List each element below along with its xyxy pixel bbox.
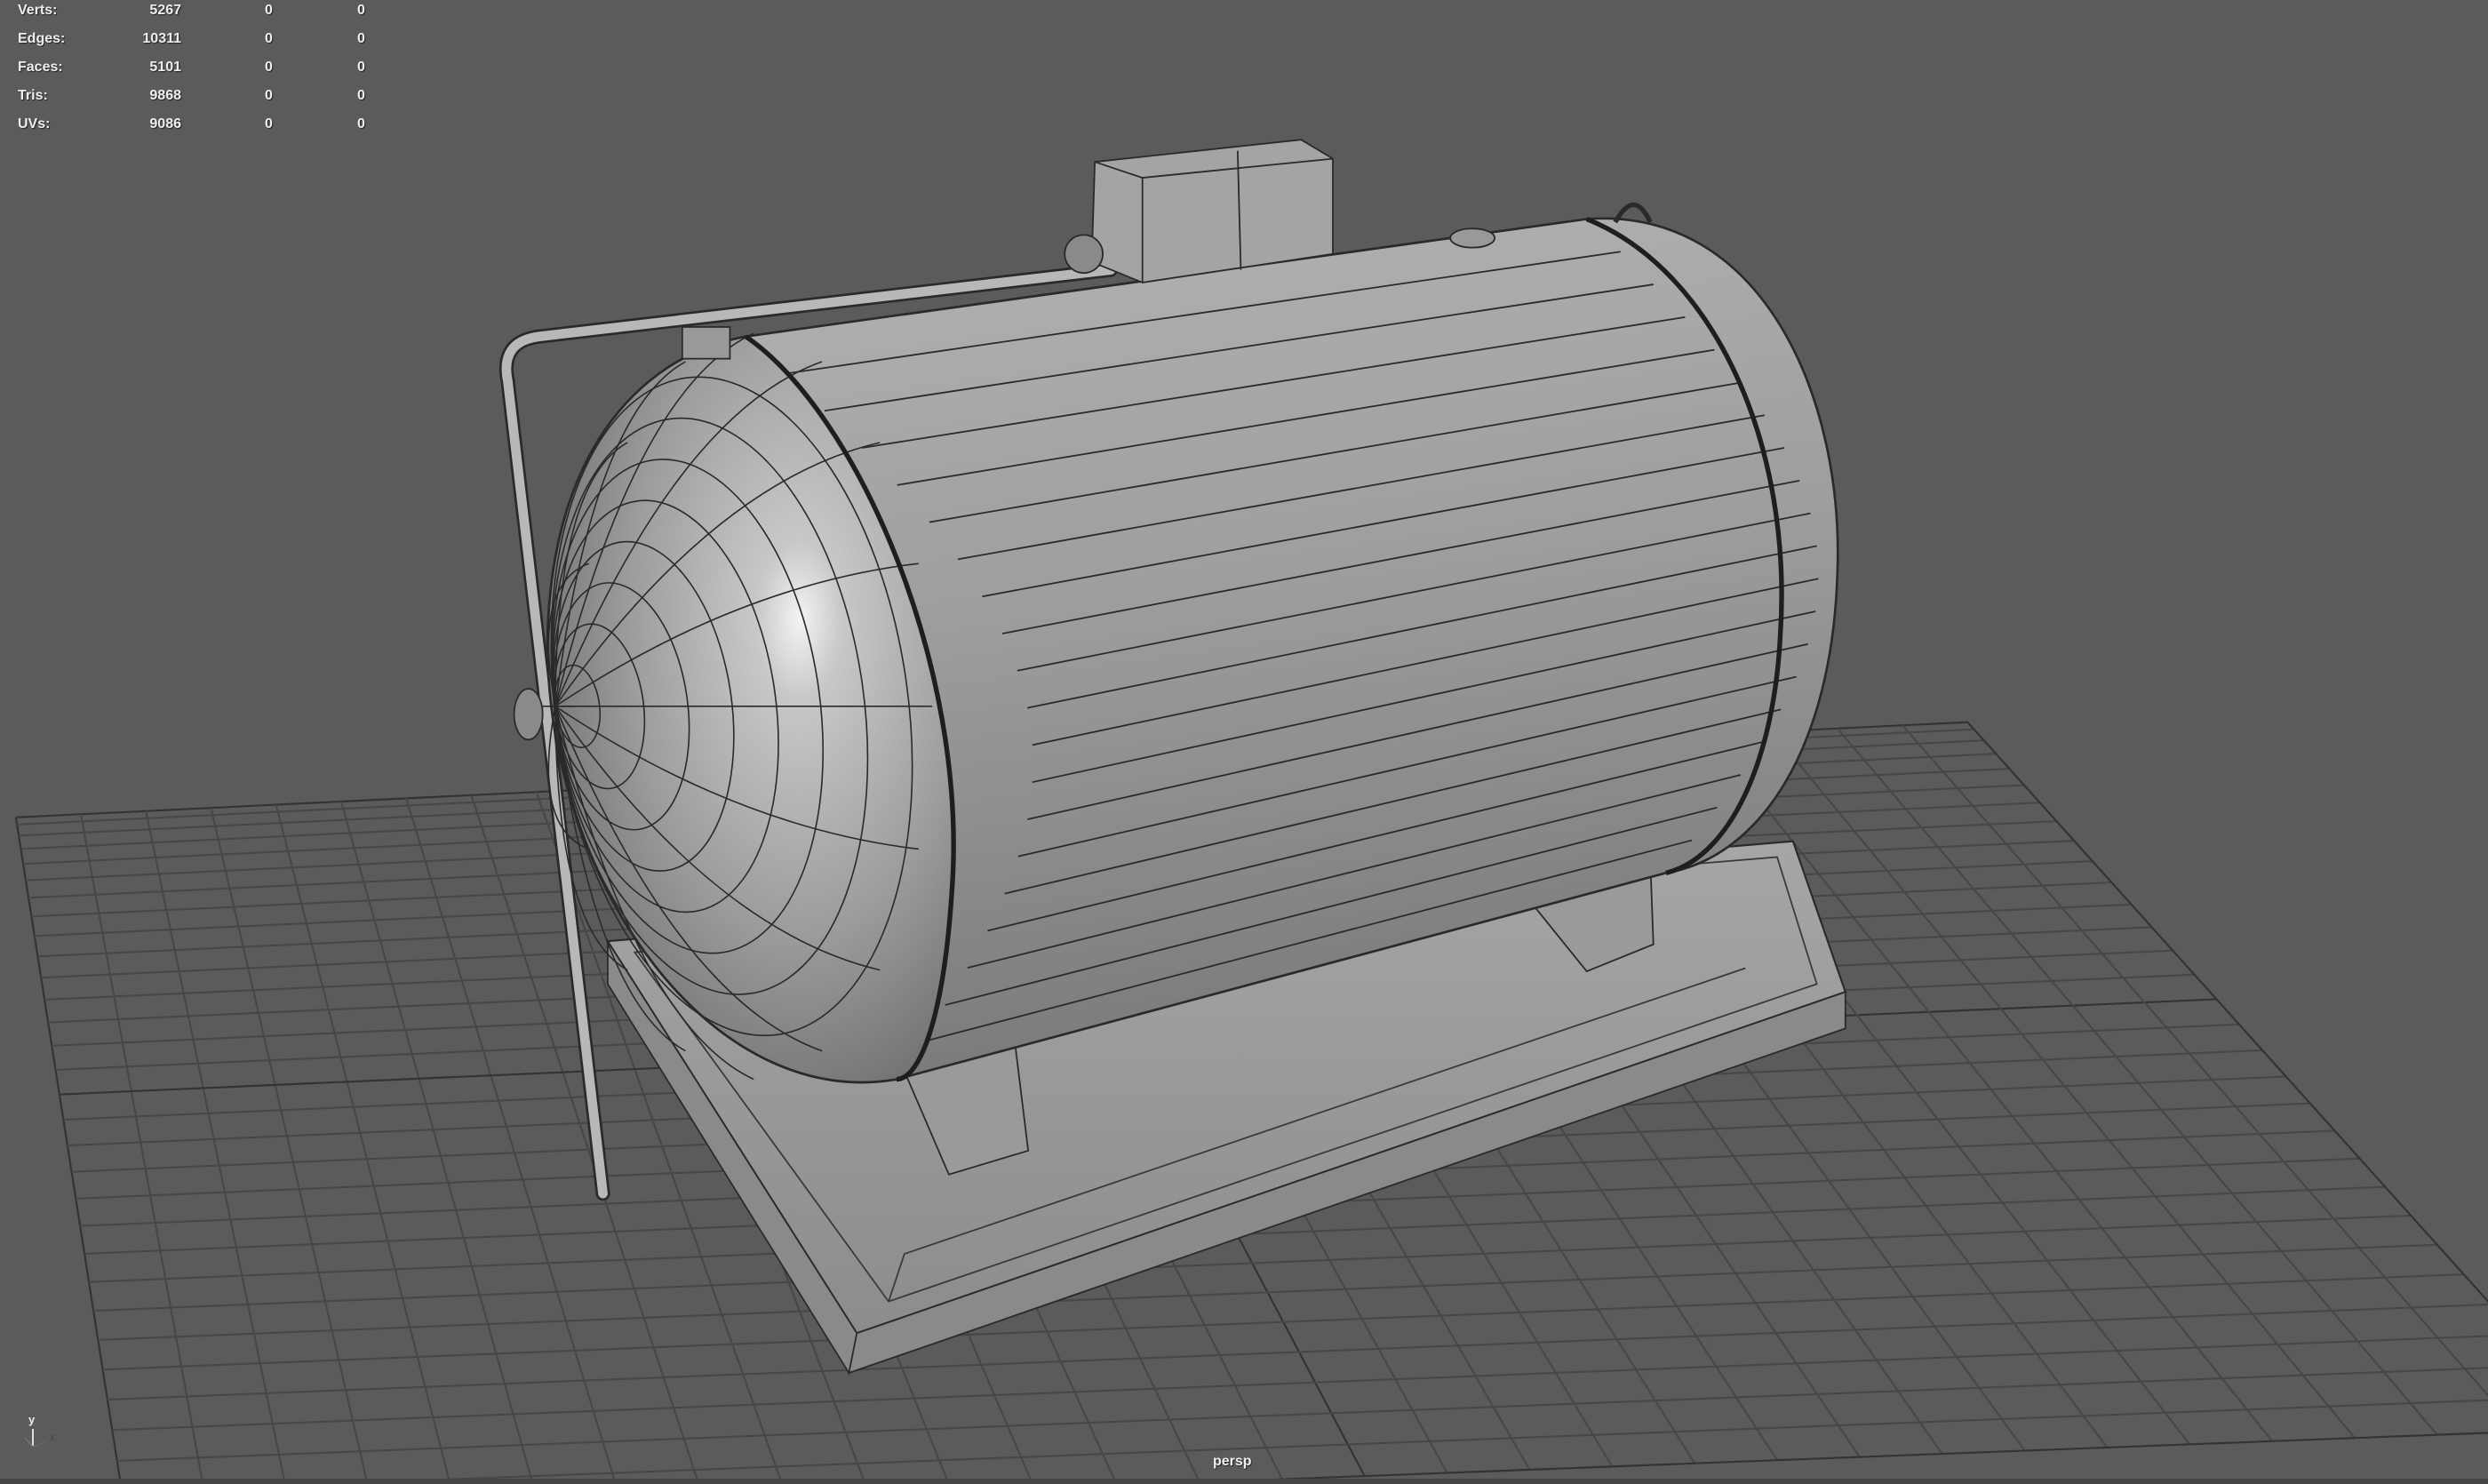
- 3d-viewport[interactable]: [0, 0, 2488, 1484]
- grid-line: [107, 1303, 2488, 1401]
- grid-line: [275, 804, 451, 1484]
- grid-line: [14, 817, 122, 1484]
- grid-line: [1133, 1432, 2488, 1484]
- cap: [1449, 227, 1496, 249]
- hud-row: Faces: 5101 0 0: [0, 60, 391, 77]
- hud-v1: 5101: [149, 60, 181, 75]
- grid-line: [80, 814, 204, 1484]
- hud-label: UVs:: [18, 116, 51, 132]
- grid-line: [1771, 730, 2356, 1439]
- hud-v3: 0: [357, 116, 365, 132]
- viewport-bottom-border: [0, 1479, 2488, 1484]
- hud-v1: 9868: [149, 88, 181, 103]
- hud-v2: 0: [265, 3, 273, 18]
- hud-label: Verts:: [18, 3, 58, 18]
- grid-line: [1837, 728, 2438, 1436]
- grid-line: [210, 807, 369, 1484]
- hud-row: Verts: 5267 0 0: [0, 3, 391, 20]
- axis-x-label: x: [50, 1432, 55, 1443]
- axis-gizmo: y x: [18, 1413, 62, 1457]
- hud-v1: 9086: [149, 116, 181, 132]
- hud-v1: 10311: [142, 31, 181, 46]
- hud-v2: 0: [265, 31, 273, 46]
- hud-row: UVs: 9086 0 0: [0, 116, 391, 134]
- hud-row: Edges: 10311 0 0: [0, 31, 391, 49]
- grid-line: [98, 1243, 2437, 1341]
- hud-v3: 0: [357, 60, 365, 75]
- hud-label: Edges:: [18, 31, 66, 46]
- grid-line: [145, 810, 286, 1484]
- hud-v2: 0: [265, 116, 273, 132]
- hud-label: Faces:: [18, 60, 63, 75]
- hud-v3: 0: [357, 88, 365, 103]
- side-valve: [513, 688, 544, 741]
- hud-v1: 5267: [149, 3, 181, 18]
- hud-v2: 0: [265, 88, 273, 103]
- hud-v3: 0: [357, 31, 365, 46]
- camera-label: persp: [1213, 1454, 1252, 1469]
- grid-line: [1902, 724, 2488, 1397]
- grid-line: [339, 801, 534, 1484]
- hud-v2: 0: [265, 60, 273, 75]
- valve: [1064, 234, 1104, 275]
- grid-line: [102, 1273, 2464, 1371]
- axis-y-label: y: [28, 1413, 36, 1426]
- grid-line: [305, 1399, 2488, 1484]
- hud-row: Tris: 9868 0 0: [0, 88, 391, 106]
- hud-v3: 0: [357, 3, 365, 18]
- hud-label: Tris:: [18, 88, 48, 103]
